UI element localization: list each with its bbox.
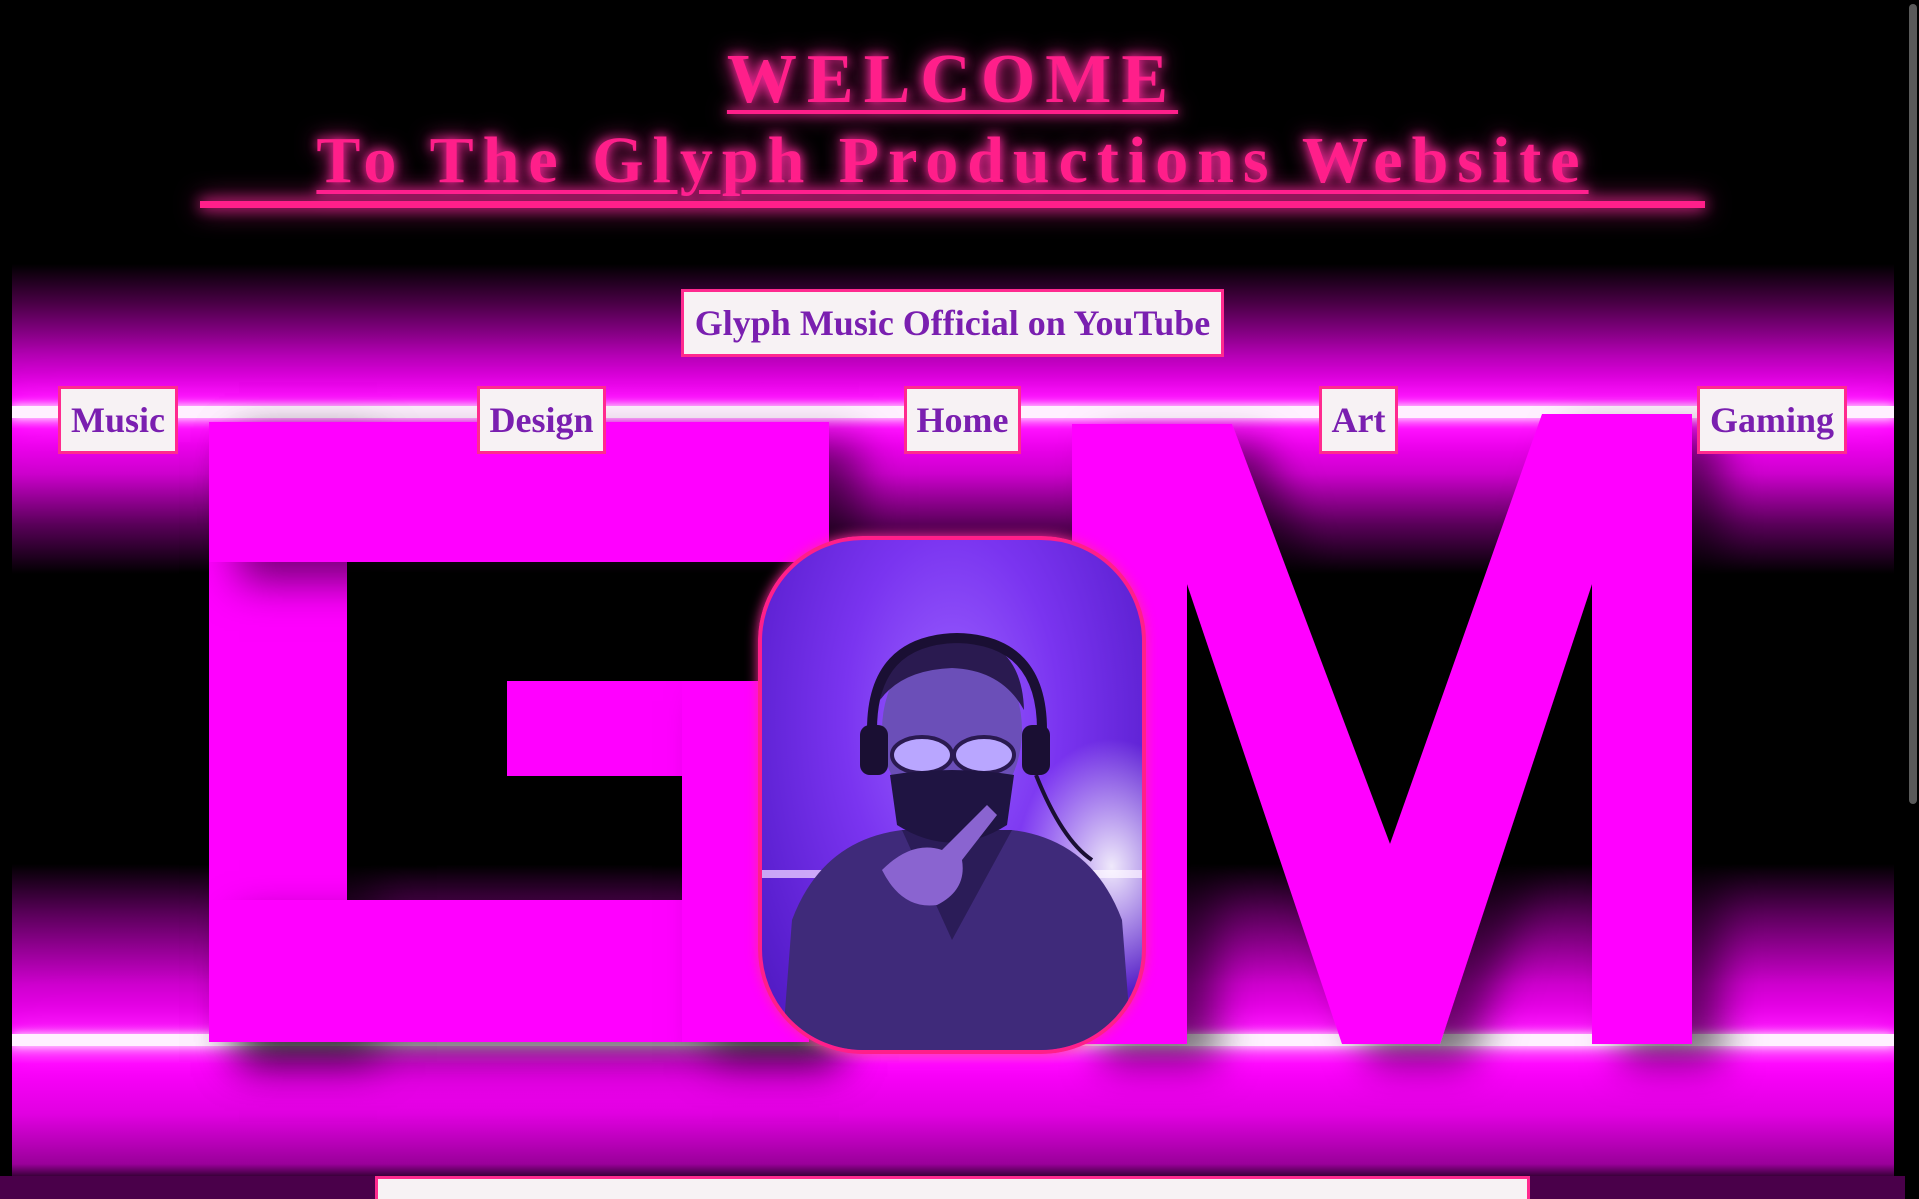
profile-photo	[758, 536, 1146, 1054]
welcome-subtitle: To The Glyph Productions Website	[316, 124, 1589, 197]
scrollbar[interactable]	[1905, 0, 1919, 1199]
profile-photo-icon	[762, 540, 1142, 1050]
nav-music-button[interactable]: Music	[58, 386, 178, 454]
nav-design-button[interactable]: Design	[477, 386, 606, 454]
content-panel	[375, 1176, 1530, 1199]
page: WELCOME To The Glyph Productions Website	[0, 0, 1919, 1199]
nav-gaming-button[interactable]: Gaming	[1697, 386, 1847, 454]
welcome-title: WELCOME	[726, 41, 1179, 118]
logo-letter-m	[1072, 414, 1692, 1044]
header-divider	[200, 201, 1705, 208]
scrollbar-thumb[interactable]	[1909, 4, 1917, 804]
youtube-link-button[interactable]: Glyph Music Official on YouTube	[681, 289, 1224, 357]
nav-art-button[interactable]: Art	[1319, 386, 1398, 454]
welcome-header: WELCOME To The Glyph Productions Website	[0, 40, 1905, 202]
nav-home-button[interactable]: Home	[904, 386, 1021, 454]
